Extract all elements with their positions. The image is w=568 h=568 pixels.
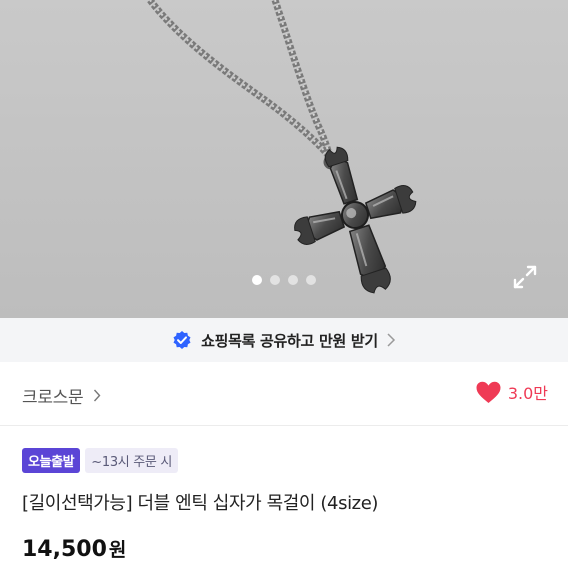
- carousel-dot[interactable]: [252, 275, 262, 285]
- like-count: 3.0만: [507, 384, 548, 403]
- chevron-right-icon: [387, 333, 395, 347]
- chevron-right-icon: [94, 389, 101, 402]
- price-amount: 14,500: [22, 537, 107, 562]
- carousel-dot[interactable]: [270, 275, 280, 285]
- store-row: 크로스문 3.0만: [0, 362, 568, 426]
- product-photo: [147, 0, 417, 294]
- like-button[interactable]: 3.0만: [476, 380, 548, 404]
- share-reward-banner[interactable]: 쇼핑목록 공유하고 만원 받기: [0, 318, 568, 362]
- carousel-dot[interactable]: [306, 275, 316, 285]
- carousel-dot[interactable]: [288, 275, 298, 285]
- expand-icon[interactable]: [512, 264, 538, 290]
- store-name: 크로스문: [22, 388, 84, 408]
- share-banner-label: 쇼핑목록 공유하고 만원 받기: [201, 331, 378, 350]
- verified-check-icon: [173, 331, 191, 349]
- store-link[interactable]: 크로스문: [22, 383, 101, 408]
- product-price: 14,500 원: [22, 535, 126, 562]
- product-image-carousel[interactable]: [0, 0, 568, 318]
- heart-icon: [476, 381, 501, 403]
- shipping-badges: 오늘출발 ~13시 주문 시: [22, 448, 179, 473]
- product-title: [길이선택가능] 더블 엔틱 십자가 목걸이 (4size): [22, 493, 379, 514]
- order-cutoff-badge: ~13시 주문 시: [85, 448, 179, 473]
- carousel-indicator: [252, 275, 316, 285]
- today-shipping-badge: 오늘출발: [22, 448, 81, 473]
- price-currency: 원: [108, 539, 127, 561]
